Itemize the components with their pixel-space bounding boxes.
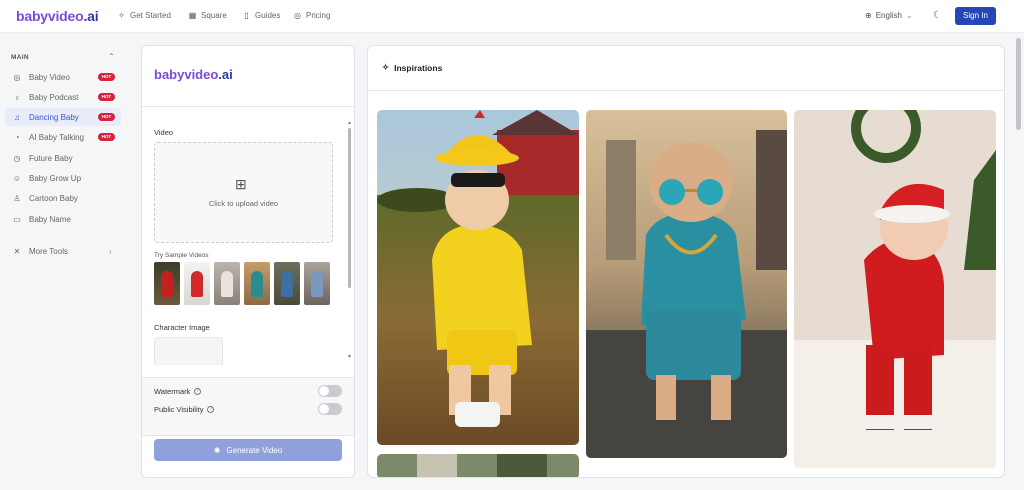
grid-icon: ▦ [188,11,197,20]
theme-toggle-icon[interactable]: ☾ [932,10,943,21]
inspiration-video-card[interactable] [377,454,579,477]
sidebar: MAIN ⌃ ◎ Baby Video HOT ♁ Baby Podcast H… [0,33,130,490]
page-scrollbar[interactable] [1016,38,1021,130]
sample-video-thumb[interactable] [184,262,210,305]
nav-guides[interactable]: ▯ Guides [242,11,280,20]
nav-pricing[interactable]: ◎ Pricing [293,11,330,20]
nav-get-started[interactable]: ✧ Get Started [117,11,171,20]
info-icon[interactable]: ? [194,388,202,395]
chevron-down-icon: ⌄ [905,11,913,20]
sidebar-item-baby-name[interactable]: ▭ Baby Name [5,210,121,228]
sample-video-thumb[interactable] [244,262,270,305]
section-title-main: MAIN [11,54,29,61]
chevron-right-icon: › [109,246,112,256]
sidebar-item-baby-video[interactable]: ◎ Baby Video HOT [5,68,121,86]
language-selector[interactable]: ⊕ English ⌄ [865,11,913,20]
coin-icon: ◎ [294,11,301,20]
scroll-up-arrow-icon[interactable]: ▲ [347,120,352,126]
inspirations-panel: ✧ Inspirations [367,45,1005,478]
sample-video-thumb[interactable] [304,262,330,305]
hot-badge: HOT [98,73,115,81]
inspiration-video-card[interactable] [586,110,787,458]
divider [368,90,1004,91]
sidebar-item-more-tools[interactable]: ✕ More Tools › [5,242,121,260]
sparkle-icon: ✧ [118,11,125,20]
sidebar-item-baby-podcast[interactable]: ♁ Baby Podcast HOT [5,88,121,106]
panel-logo: babyvideo.ai [154,67,233,82]
brand-logo[interactable]: babyvideo.ai [16,8,99,24]
sample-video-thumb[interactable] [214,262,240,305]
inspiration-image [794,110,996,468]
sidebar-item-dancing-baby[interactable]: ♫ Dancing Baby HOT [5,108,121,126]
character-image-label: Character Image [154,323,210,332]
book-icon: ▯ [244,11,249,20]
microphone-icon: ♁ [14,92,20,102]
public-visibility-row: Public Visibility ? [154,405,215,414]
speech-icon: ◔ [14,132,20,142]
sparkle-icon: ✧ [382,62,390,72]
sidebar-item-cartoon-baby[interactable]: ♙ Cartoon Baby [5,189,121,207]
panel-scrollbar[interactable] [348,128,351,288]
hot-badge: HOT [98,113,115,121]
upload-text: Click to upload video [208,199,279,208]
sparkle-icon: ✺ [213,445,221,455]
name-icon: ▭ [13,214,21,224]
nav-square[interactable]: ▦ Square [188,11,227,20]
public-visibility-toggle[interactable] [318,403,342,415]
video-upload-dropzone[interactable]: ⊞ Click to upload video [154,142,333,243]
sidebar-item-future-baby[interactable]: ◷ Future Baby [5,149,121,167]
generate-video-button[interactable]: ✺ Generate Video [154,439,342,461]
sample-videos-label: Try Sample Videos [154,252,209,259]
smile-icon: ☺ [12,173,22,183]
info-icon[interactable]: ? [207,406,215,413]
options-area: Watermark ? Public Visibility ? [142,377,354,435]
music-icon: ♫ [14,112,20,122]
sidebar-item-ai-baby-talking[interactable]: ◔ AI Baby Talking HOT [5,128,121,146]
user-icon: ♙ [13,193,21,203]
character-image-upload[interactable] [154,337,223,365]
inspiration-video-card[interactable] [794,110,996,468]
generator-panel: babyvideo.ai Video ⊞ Click to upload vid… [141,45,355,478]
tools-icon: ✕ [13,246,21,256]
globe-icon: ⊕ [865,11,872,20]
sample-videos-list [154,262,330,305]
sample-video-thumb[interactable] [274,262,300,305]
top-bar: babyvideo.ai ✧ Get Started ▦ Square ▯ Gu… [0,0,1024,33]
sidebar-item-baby-grow-up[interactable]: ☺ Baby Grow Up [5,169,121,187]
hot-badge: HOT [98,133,115,141]
sample-video-thumb[interactable] [154,262,180,305]
watermark-toggle[interactable] [318,385,342,397]
clock-icon: ◷ [13,153,21,163]
inspirations-header: ✧ Inspirations [382,62,443,73]
video-label: Video [154,128,174,137]
chevron-up-icon[interactable]: ⌃ [108,52,115,61]
sign-in-button[interactable]: Sign In [955,7,996,25]
video-add-icon: ⊞ [235,176,247,192]
scroll-down-arrow-icon[interactable]: ▼ [347,354,352,360]
divider [142,106,354,107]
hot-badge: HOT [98,93,115,101]
watermark-row: Watermark ? [154,387,202,396]
divider [142,435,354,436]
inspiration-image [586,110,787,458]
inspiration-image [377,110,579,445]
inspiration-video-card[interactable] [377,110,579,445]
video-icon: ◎ [13,72,21,82]
inspiration-image [377,454,579,477]
